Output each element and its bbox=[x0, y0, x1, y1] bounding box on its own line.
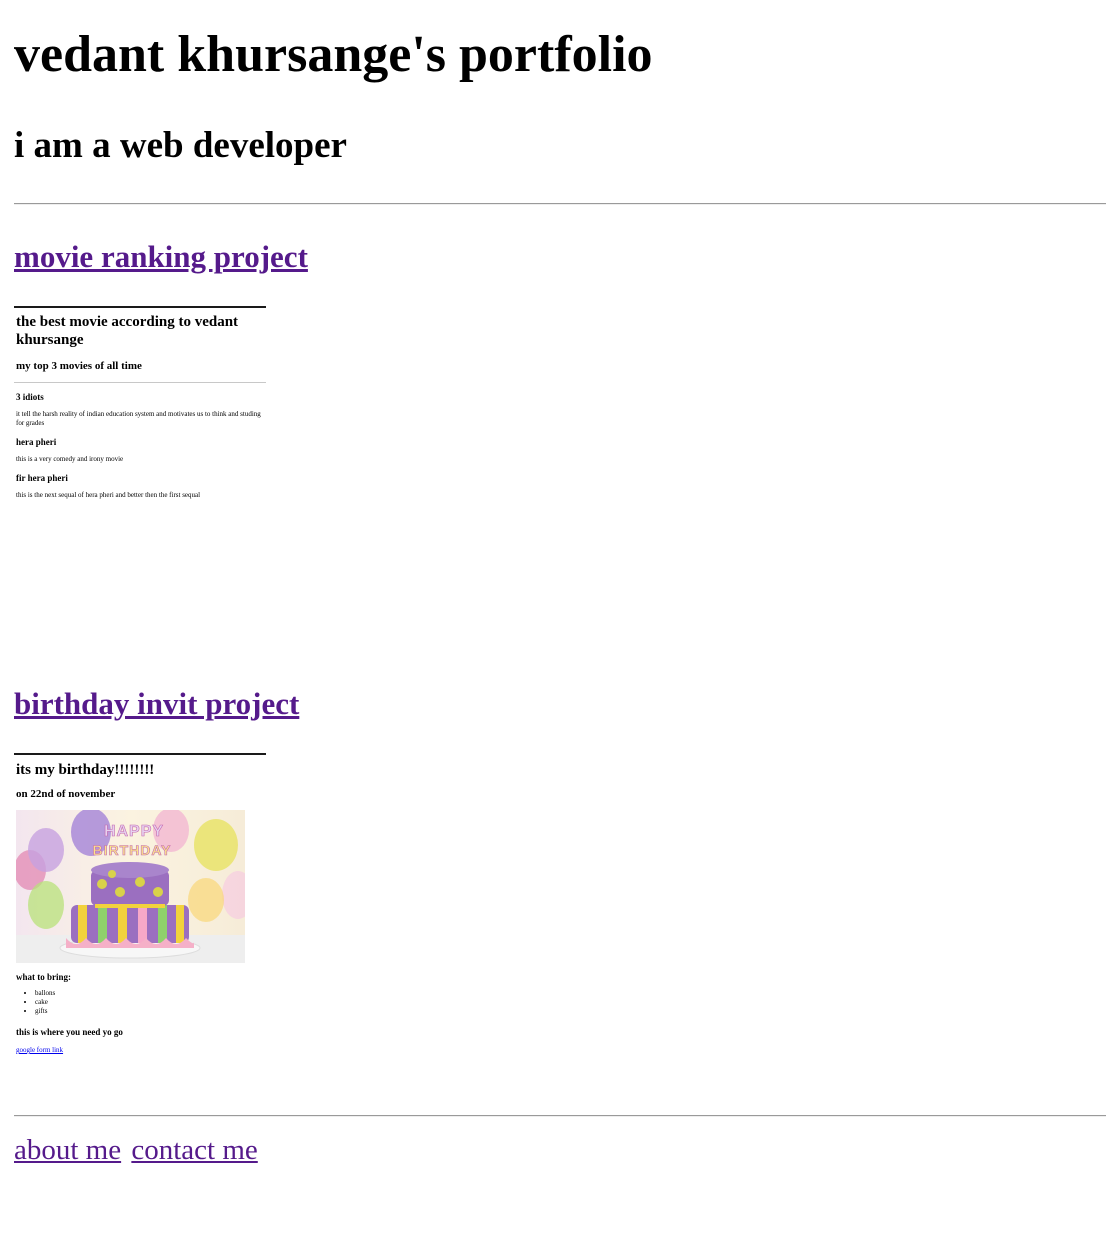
movie-preview-divider bbox=[14, 382, 266, 383]
contact-me-link[interactable]: contact me bbox=[131, 1134, 257, 1166]
birthday-date: on 22nd of november bbox=[16, 788, 116, 800]
bring-list: ballons cake gifts bbox=[16, 989, 264, 1016]
list-item: cake bbox=[35, 998, 264, 1007]
movie-preview-subtitle: my top 3 movies of all time bbox=[16, 360, 142, 372]
birthday-cake-image: HAPPY BIRTHDAY bbox=[16, 810, 245, 963]
header-divider bbox=[14, 203, 1106, 205]
location-heading: this is where you need yo go bbox=[16, 1027, 123, 1037]
movie-description: this is the next sequal of hera pheri an… bbox=[16, 491, 201, 499]
google-form-link[interactable]: google form link bbox=[16, 1046, 264, 1055]
bring-heading: what to bring: bbox=[16, 972, 72, 982]
movie-project-preview-frame: the best movie according to vedant khurs… bbox=[14, 306, 266, 628]
movie-description: this is a very comedy and irony movie bbox=[16, 455, 124, 463]
footer-divider bbox=[14, 1115, 1106, 1117]
list-item: ballons bbox=[35, 989, 264, 998]
movie-preview-title: the best movie according to vedant khurs… bbox=[16, 314, 239, 348]
footer-nav: about me contact me bbox=[14, 1133, 261, 1167]
page-subtitle: i am a web developer bbox=[14, 125, 347, 166]
birthday-invite-project-link[interactable]: birthday invit project bbox=[14, 686, 299, 722]
movie-ranking-project-link[interactable]: movie ranking project bbox=[14, 239, 308, 275]
svg-text:BIRTHDAY: BIRTHDAY bbox=[92, 842, 171, 858]
movie-description: it tell the harsh reality of indian educ… bbox=[16, 410, 261, 427]
birthday-project-preview-frame: its my birthday!!!!!!!! on 22nd of novem… bbox=[14, 753, 266, 1085]
movie-name: 3 idiots bbox=[16, 392, 44, 402]
movie-name: fir hera pheri bbox=[16, 473, 68, 483]
list-item: gifts bbox=[35, 1007, 264, 1016]
about-me-link[interactable]: about me bbox=[14, 1134, 121, 1166]
page-title: vedant khursange's portfolio bbox=[14, 26, 653, 83]
svg-text:HAPPY: HAPPY bbox=[104, 823, 164, 840]
movie-name: hera pheri bbox=[16, 437, 57, 447]
birthday-preview-title: its my birthday!!!!!!!! bbox=[16, 762, 155, 778]
